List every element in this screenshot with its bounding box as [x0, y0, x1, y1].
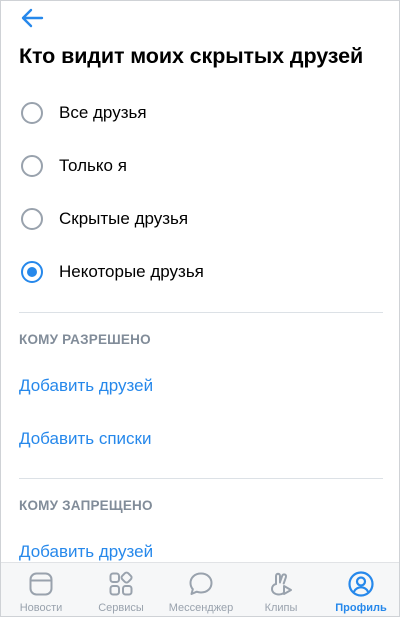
option-only-me[interactable]: Только я — [1, 140, 399, 192]
radio-button[interactable] — [21, 102, 43, 124]
tab-label: Новости — [19, 602, 63, 614]
option-label: Скрытые друзья — [59, 209, 189, 228]
tab-news[interactable]: Новости — [1, 563, 81, 616]
radio-button[interactable] — [21, 208, 43, 230]
screen: Кто видит моих скрытых друзей Все друзья… — [0, 0, 400, 617]
messenger-icon — [189, 572, 213, 595]
option-hidden-friends[interactable]: Скрытые друзья — [1, 193, 399, 245]
tab-label: Клипы — [264, 602, 298, 614]
radio-button-selected[interactable] — [21, 261, 43, 283]
tab-profile[interactable]: Профиль — [321, 563, 399, 616]
arrow-left-icon — [21, 8, 44, 28]
option-label: Только я — [59, 156, 127, 175]
radio-button[interactable] — [21, 155, 43, 177]
allowed-section-header: КОМУ РАЗРЕШЕНО — [19, 332, 151, 347]
denied-section-header: КОМУ ЗАПРЕЩЕНО — [19, 498, 153, 513]
services-icon — [109, 571, 133, 596]
tab-clips[interactable]: Клипы — [241, 563, 321, 616]
option-some-friends[interactable]: Некоторые друзья — [1, 246, 399, 298]
news-icon — [29, 572, 53, 596]
back-button[interactable] — [15, 3, 49, 33]
bottom-tab-bar: Новости Сервисы Мессенджер Клипы Профиль — [1, 562, 399, 616]
option-label: Все друзья — [59, 103, 147, 122]
denied-add-friends-link[interactable]: Добавить друзей — [19, 542, 153, 562]
tab-label: Сервисы — [98, 602, 144, 614]
allowed-add-lists-link[interactable]: Добавить списки — [19, 429, 152, 449]
tab-messenger[interactable]: Мессенджер — [161, 563, 241, 616]
option-label: Некоторые друзья — [59, 262, 204, 281]
divider — [19, 312, 383, 313]
profile-icon — [348, 571, 374, 597]
tab-services[interactable]: Сервисы — [81, 563, 161, 616]
tab-label: Профиль — [335, 602, 387, 614]
allowed-add-friends-link[interactable]: Добавить друзей — [19, 376, 153, 396]
divider — [19, 478, 383, 479]
clips-icon — [270, 572, 292, 596]
page-title: Кто видит моих скрытых друзей — [19, 44, 364, 68]
tab-label: Мессенджер — [168, 602, 234, 614]
option-all-friends[interactable]: Все друзья — [1, 87, 399, 139]
radio-dot — [27, 267, 37, 277]
